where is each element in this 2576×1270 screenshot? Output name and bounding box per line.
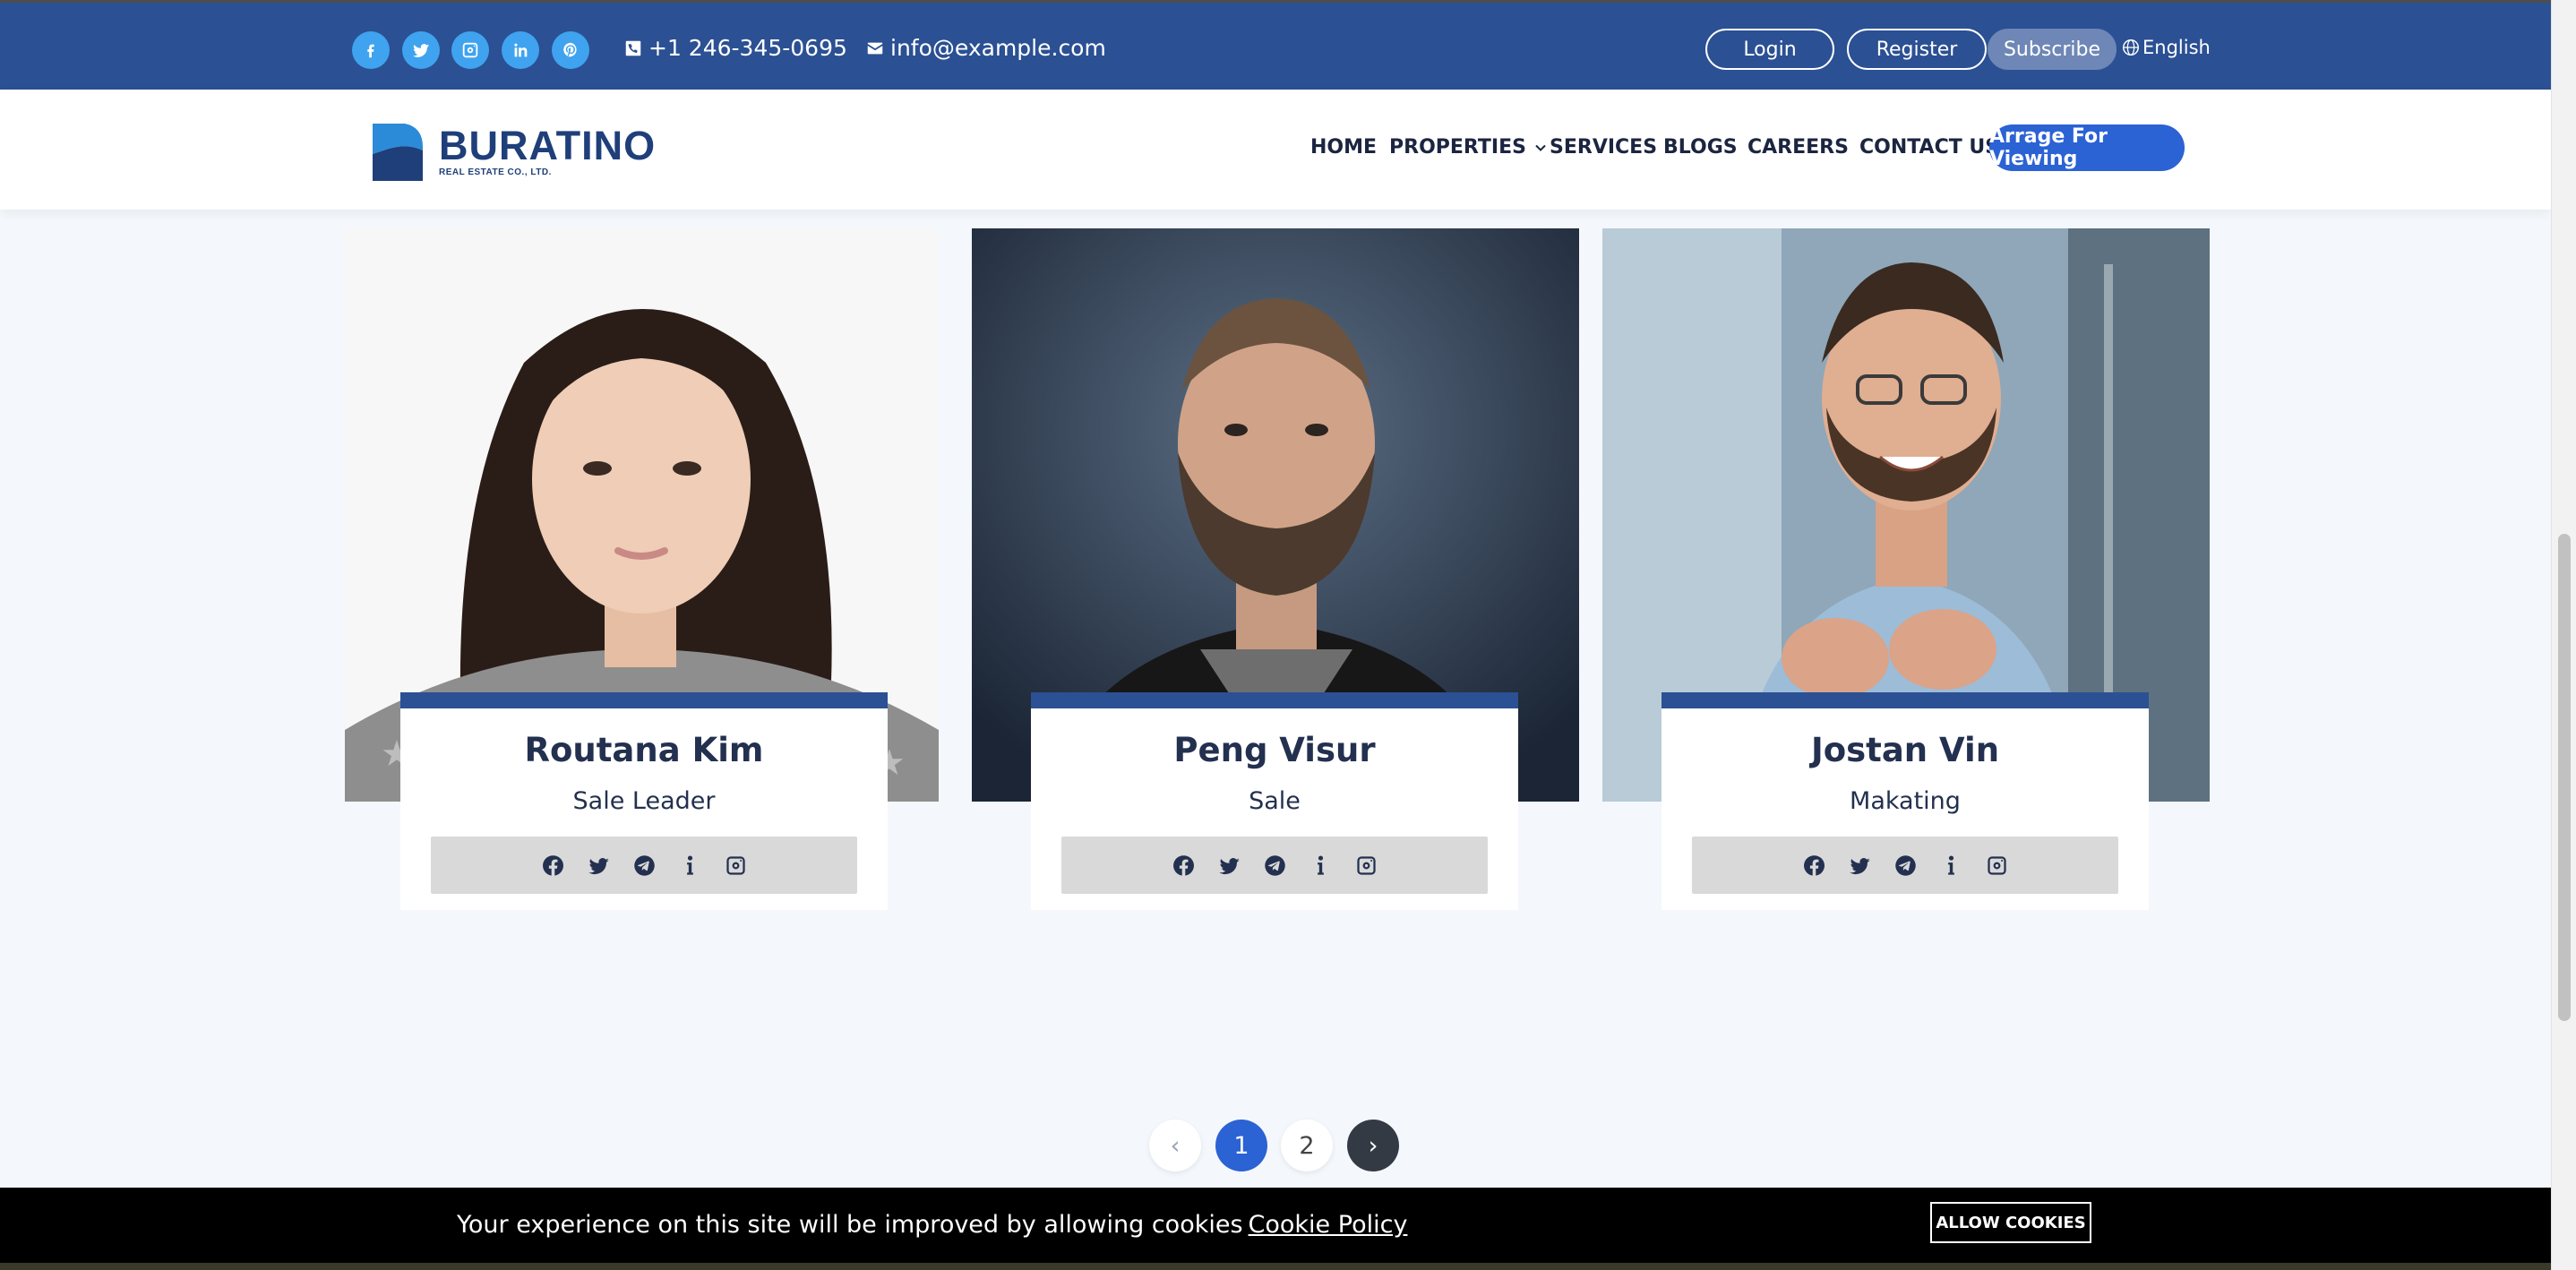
page-scrollbar[interactable] [2551,0,2576,1270]
phone-number: +1 246-345-0695 [648,35,847,61]
subscribe-button[interactable]: Subscribe [1988,29,2117,70]
facebook-icon[interactable] [1802,854,1826,878]
linkedin-icon[interactable] [502,31,539,69]
instagram-icon[interactable] [1985,854,2009,878]
instagram-icon[interactable] [1354,854,1378,878]
register-button[interactable]: Register [1847,29,1987,70]
facebook-icon[interactable] [352,31,390,69]
scrollbar-thumb[interactable] [2558,534,2571,1021]
language-label: English [2142,37,2211,58]
phone-contact[interactable]: +1 246-345-0695 [623,35,847,61]
allow-cookies-button[interactable]: ALLOW COOKIES [1930,1202,2091,1243]
email-address: info@example.com [890,35,1106,61]
facebook-icon[interactable] [541,854,565,878]
envelope-icon [867,42,883,54]
nav-properties[interactable]: PROPERTIES [1389,136,1548,159]
cookie-message-text: Your experience on this site will be imp… [457,1211,1243,1239]
logo-mark-icon [373,124,423,181]
team-card: Jostan Vin Makating [1662,692,2149,910]
pagination-page-2[interactable]: 2 [1281,1120,1333,1171]
phone-icon [625,40,641,56]
instagram-icon[interactable] [451,31,489,69]
team-card: Routana Kim Sale Leader [400,692,888,910]
nav-careers[interactable]: CAREERS [1747,136,1849,159]
pinterest-icon[interactable] [552,31,589,69]
logo-name: BURATINO [439,123,657,168]
cookie-message: Your experience on this site will be imp… [457,1211,1407,1239]
nav-home[interactable]: HOME [1310,136,1377,159]
team-member-socials [1692,837,2118,894]
team-member-role: Sale [1249,787,1301,815]
team-member-role: Makating [1850,787,1961,815]
team-member-role: Sale Leader [572,787,716,815]
pagination-prev-button[interactable]: ‹ [1149,1120,1201,1171]
team-member-socials [1061,837,1488,894]
info-icon[interactable] [1309,854,1333,878]
login-button[interactable]: Login [1705,29,1834,70]
cookie-banner: Your experience on this site will be imp… [0,1188,2551,1263]
footer-image-strip [0,1263,2551,1270]
team-member-name: Peng Visur [1173,731,1376,769]
telegram-icon[interactable] [1263,854,1287,878]
info-icon[interactable] [678,854,702,878]
info-icon[interactable] [1939,854,1963,878]
top-bar: +1 246-345-0695 info@example.com Login R… [0,0,2551,90]
twitter-icon[interactable] [1217,854,1241,878]
pagination-page-1[interactable]: 1 [1215,1120,1267,1171]
twitter-icon[interactable] [402,31,440,69]
nav-contact-us[interactable]: CONTACT US [1859,136,1999,159]
globe-icon [2123,39,2139,56]
pagination-next-button[interactable]: › [1347,1120,1399,1171]
nav-blogs[interactable]: BLOGS [1663,136,1738,159]
email-contact[interactable]: info@example.com [865,35,1106,61]
logo-subtitle: REAL ESTATE CO., LTD. [439,167,552,177]
company-logo[interactable]: BURATINO REAL ESTATE CO., LTD. [373,124,656,181]
team-card: Peng Visur Sale [1031,692,1518,910]
facebook-icon[interactable] [1172,854,1196,878]
team-member-name: Routana Kim [524,731,764,769]
arrange-viewing-button[interactable]: Arrage For Viewing [1989,124,2185,171]
twitter-icon[interactable] [587,854,611,878]
nav-services[interactable]: SERVICES [1550,136,1657,159]
language-selector[interactable]: English [2121,37,2211,58]
telegram-icon[interactable] [1893,854,1918,878]
nav-properties-label: PROPERTIES [1389,136,1526,159]
instagram-icon[interactable] [724,854,748,878]
telegram-icon[interactable] [632,854,657,878]
chevron-down-icon [1535,144,1546,151]
twitter-icon[interactable] [1848,854,1872,878]
team-member-socials [431,837,857,894]
team-member-name: Jostan Vin [1810,731,2000,769]
cookie-policy-link[interactable]: Cookie Policy [1249,1211,1408,1239]
